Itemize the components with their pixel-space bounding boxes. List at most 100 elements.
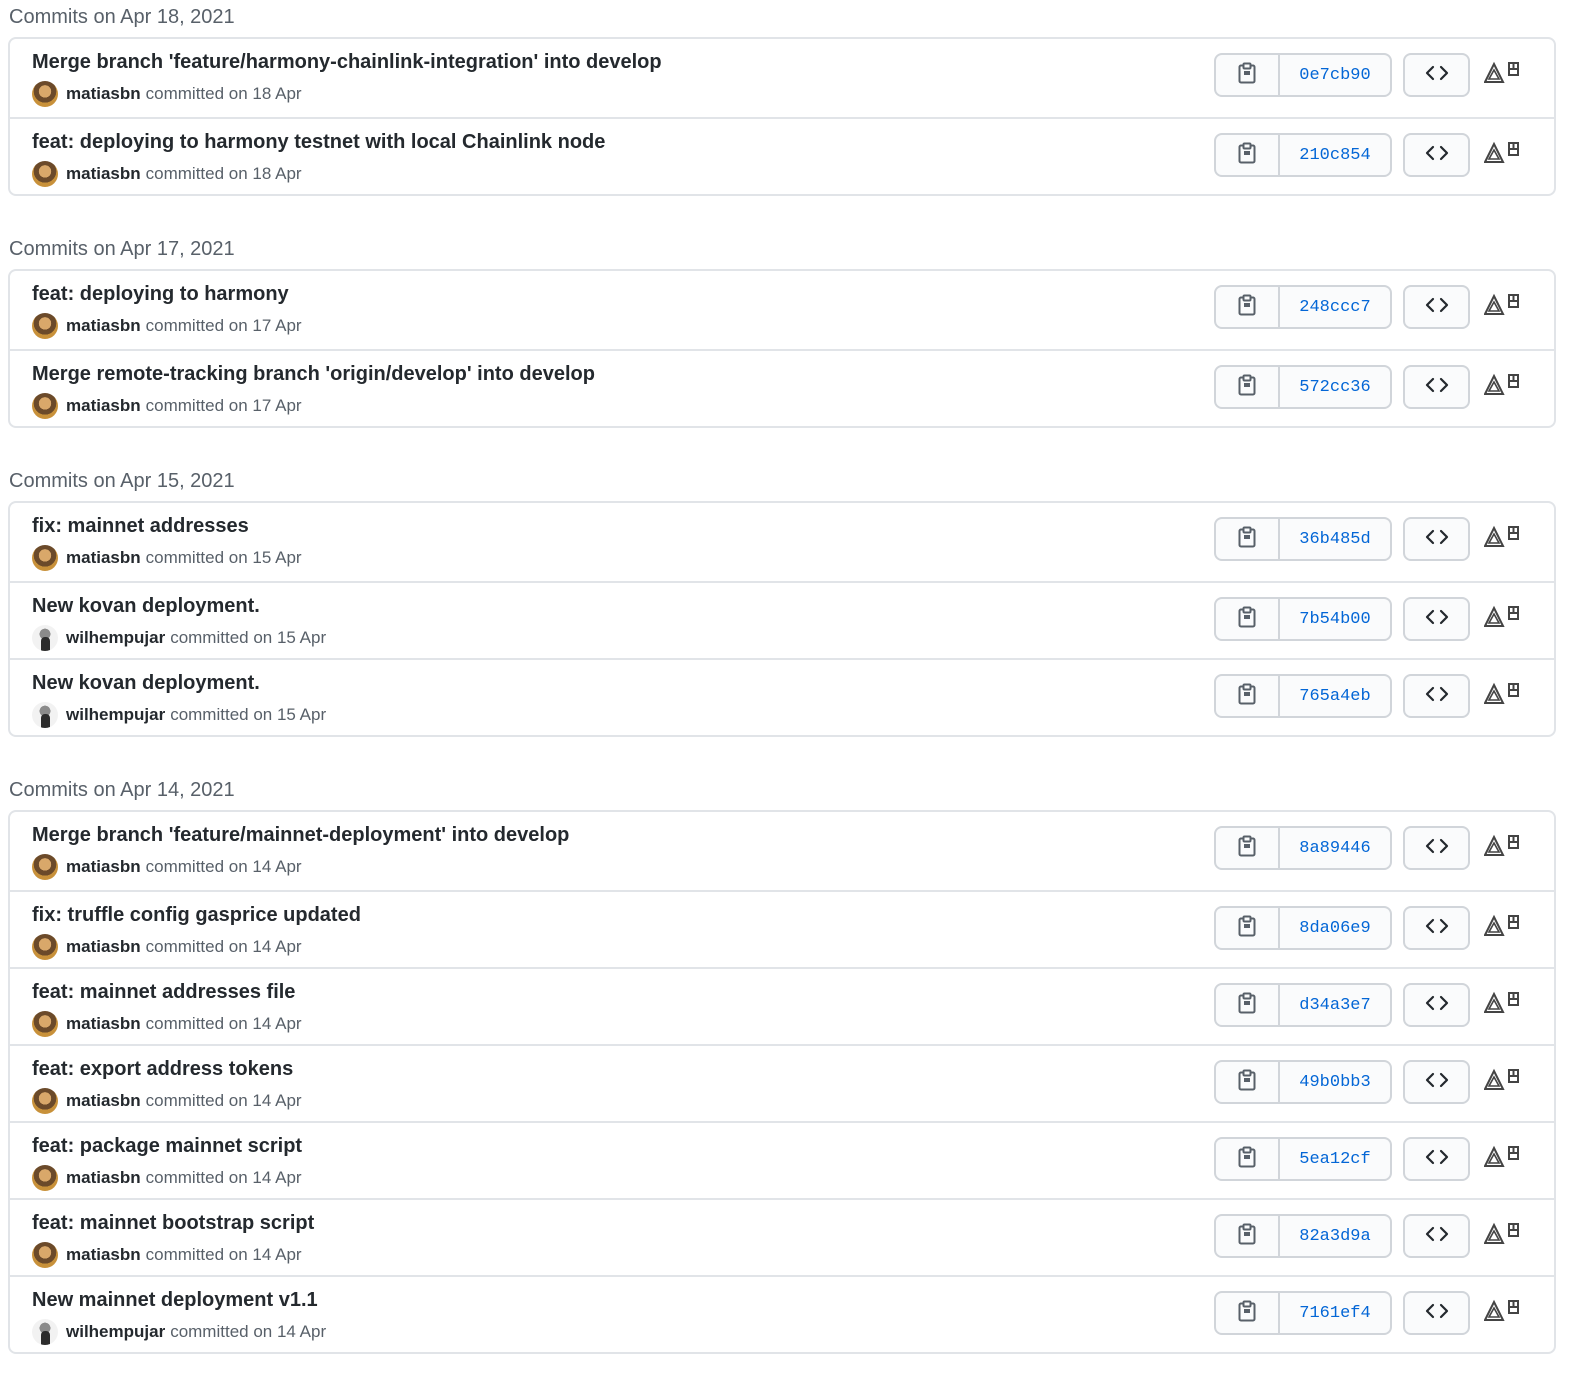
extension-icon[interactable]	[1484, 990, 1524, 1020]
browse-repo-button[interactable]	[1403, 285, 1470, 329]
extension-icon[interactable]	[1484, 60, 1524, 90]
copy-sha-button[interactable]	[1216, 55, 1280, 95]
author-link[interactable]: matiasbn	[66, 1014, 141, 1034]
author-link[interactable]: wilhempujar	[66, 705, 165, 725]
commit-sha-link[interactable]: 36b485d	[1280, 519, 1390, 559]
copy-sha-button[interactable]	[1216, 1293, 1280, 1333]
copy-sha-button[interactable]	[1216, 676, 1280, 716]
extension-icon[interactable]	[1484, 1298, 1524, 1328]
extension-icon[interactable]	[1484, 524, 1524, 554]
avatar[interactable]	[32, 854, 58, 880]
avatar[interactable]	[32, 1165, 58, 1191]
avatar[interactable]	[32, 1011, 58, 1037]
author-link[interactable]: matiasbn	[66, 1091, 141, 1111]
copy-sha-button[interactable]	[1216, 367, 1280, 407]
avatar[interactable]	[32, 934, 58, 960]
commit-title-link[interactable]: feat: mainnet bootstrap script	[32, 1212, 314, 1235]
group-heading: Commits on Apr 18, 2021	[9, 6, 235, 28]
browse-repo-button[interactable]	[1403, 597, 1470, 641]
copy-sha-button[interactable]	[1216, 1139, 1280, 1179]
commit-sha-link[interactable]: 49b0bb3	[1280, 1062, 1390, 1102]
author-link[interactable]: matiasbn	[66, 396, 141, 416]
author-link[interactable]: matiasbn	[66, 164, 141, 184]
commit-sha-link[interactable]: 765a4eb	[1280, 676, 1390, 716]
commit-row: Merge remote-tracking branch 'origin/dev…	[10, 349, 1554, 426]
author-link[interactable]: matiasbn	[66, 1168, 141, 1188]
copy-sha-button[interactable]	[1216, 287, 1280, 327]
copy-sha-button[interactable]	[1216, 1216, 1280, 1256]
commit-sha-link[interactable]: 248ccc7	[1280, 287, 1390, 327]
avatar[interactable]	[32, 1242, 58, 1268]
avatar[interactable]	[32, 161, 58, 187]
avatar[interactable]	[32, 1319, 58, 1345]
extension-icon[interactable]	[1484, 372, 1524, 402]
copy-sha-button[interactable]	[1216, 519, 1280, 559]
browse-repo-button[interactable]	[1403, 1137, 1470, 1181]
avatar[interactable]	[32, 625, 58, 651]
copy-sha-button[interactable]	[1216, 908, 1280, 948]
copy-sha-button[interactable]	[1216, 828, 1280, 868]
extension-icon[interactable]	[1484, 604, 1524, 634]
browse-repo-button[interactable]	[1403, 133, 1470, 177]
commit-title-link[interactable]: feat: deploying to harmony	[32, 283, 289, 306]
commit-sha-link[interactable]: 210c854	[1280, 135, 1390, 175]
commit-sha-link[interactable]: d34a3e7	[1280, 985, 1390, 1025]
commit-title-link[interactable]: New mainnet deployment v1.1	[32, 1289, 318, 1312]
avatar[interactable]	[32, 393, 58, 419]
commit-sha-link[interactable]: 7b54b00	[1280, 599, 1390, 639]
browse-repo-button[interactable]	[1403, 1291, 1470, 1335]
author-link[interactable]: matiasbn	[66, 1245, 141, 1265]
author-link[interactable]: matiasbn	[66, 84, 141, 104]
commit-title-link[interactable]: New kovan deployment.	[32, 672, 260, 695]
extension-icon[interactable]	[1484, 681, 1524, 711]
commit-title-link[interactable]: feat: mainnet addresses file	[32, 981, 295, 1004]
commit-title-link[interactable]: New kovan deployment.	[32, 595, 260, 618]
copy-sha-button[interactable]	[1216, 599, 1280, 639]
author-link[interactable]: wilhempujar	[66, 628, 165, 648]
browse-repo-button[interactable]	[1403, 983, 1470, 1027]
commit-title-link[interactable]: feat: export address tokens	[32, 1058, 293, 1081]
commit-sha-link[interactable]: 572cc36	[1280, 367, 1390, 407]
copy-sha-button[interactable]	[1216, 1062, 1280, 1102]
avatar[interactable]	[32, 702, 58, 728]
avatar[interactable]	[32, 1088, 58, 1114]
commit-sha-link[interactable]: 0e7cb90	[1280, 55, 1390, 95]
extension-icon[interactable]	[1484, 1144, 1524, 1174]
browse-repo-button[interactable]	[1403, 906, 1470, 950]
extension-icon[interactable]	[1484, 913, 1524, 943]
extension-icon[interactable]	[1484, 292, 1524, 322]
author-link[interactable]: matiasbn	[66, 548, 141, 568]
commit-sha-link[interactable]: 82a3d9a	[1280, 1216, 1390, 1256]
browse-repo-button[interactable]	[1403, 1214, 1470, 1258]
browse-repo-button[interactable]	[1403, 365, 1470, 409]
avatar[interactable]	[32, 81, 58, 107]
extension-icon[interactable]	[1484, 1067, 1524, 1097]
browse-repo-button[interactable]	[1403, 517, 1470, 561]
commit-sha-link[interactable]: 7161ef4	[1280, 1293, 1390, 1333]
commit-title-link[interactable]: fix: mainnet addresses	[32, 515, 249, 538]
commit-sha-link[interactable]: 8da06e9	[1280, 908, 1390, 948]
commit-title-link[interactable]: Merge branch 'feature/mainnet-deployment…	[32, 824, 569, 847]
copy-sha-button[interactable]	[1216, 135, 1280, 175]
browse-repo-button[interactable]	[1403, 674, 1470, 718]
browse-repo-button[interactable]	[1403, 826, 1470, 870]
commit-title-link[interactable]: fix: truffle config gasprice updated	[32, 904, 361, 927]
extension-icon[interactable]	[1484, 140, 1524, 170]
browse-repo-button[interactable]	[1403, 1060, 1470, 1104]
browse-repo-button[interactable]	[1403, 53, 1470, 97]
copy-sha-button[interactable]	[1216, 985, 1280, 1025]
avatar[interactable]	[32, 545, 58, 571]
commit-sha-link[interactable]: 8a89446	[1280, 828, 1390, 868]
commit-sha-link[interactable]: 5ea12cf	[1280, 1139, 1390, 1179]
commit-title-link[interactable]: Merge remote-tracking branch 'origin/dev…	[32, 363, 595, 386]
extension-icon[interactable]	[1484, 1221, 1524, 1251]
author-link[interactable]: wilhempujar	[66, 1322, 165, 1342]
author-link[interactable]: matiasbn	[66, 937, 141, 957]
author-link[interactable]: matiasbn	[66, 857, 141, 877]
commit-title-link[interactable]: feat: deploying to harmony testnet with …	[32, 131, 605, 154]
extension-icon[interactable]	[1484, 833, 1524, 863]
author-link[interactable]: matiasbn	[66, 316, 141, 336]
commit-title-link[interactable]: feat: package mainnet script	[32, 1135, 302, 1158]
avatar[interactable]	[32, 313, 58, 339]
commit-title-link[interactable]: Merge branch 'feature/harmony-chainlink-…	[32, 51, 662, 74]
